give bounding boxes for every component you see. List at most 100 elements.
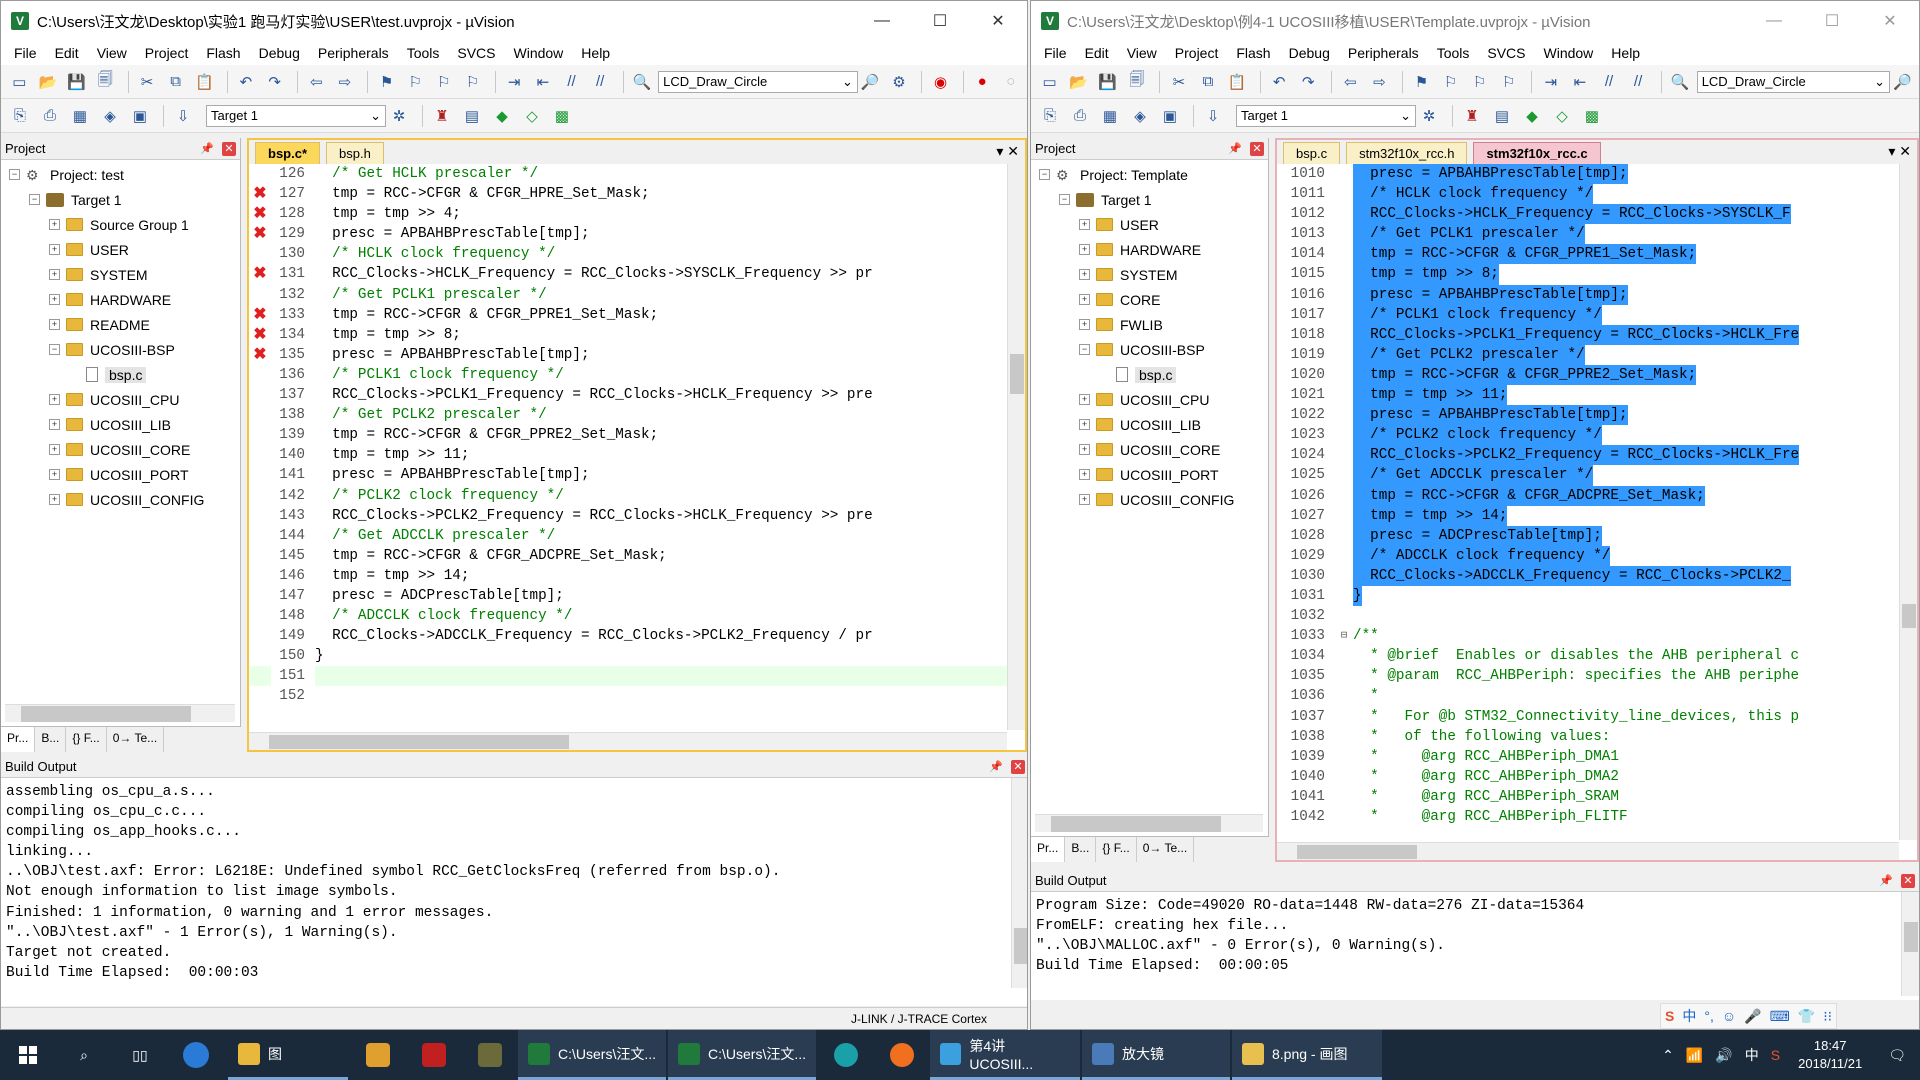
close-button[interactable]: ✕	[969, 1, 1027, 41]
undo-icon[interactable]: ↶	[1267, 69, 1292, 95]
new-file-icon[interactable]: ▭	[7, 69, 32, 95]
menu-item[interactable]: Tools	[398, 45, 449, 61]
code-line[interactable]: 1029 /* ADCCLK clock frequency */	[1277, 545, 1917, 566]
code-line[interactable]: 1035 * @param RCC_AHBPeriph: specifies t…	[1277, 666, 1917, 687]
code-line[interactable]: 1020 tmp = RCC->CFGR & CFGR_PPRE2_Set_Ma…	[1277, 364, 1917, 386]
menu-item[interactable]: Project	[136, 45, 198, 61]
ime-button[interactable]: S	[1661, 1008, 1678, 1024]
nav-forward-icon[interactable]: ⇨	[1367, 69, 1392, 95]
tree-item[interactable]: + UCOSIII_LIB	[1, 412, 240, 437]
tree-item[interactable]: + CORE	[1031, 287, 1268, 312]
code-line[interactable]: ✖ 128 tmp = tmp >> 4;	[249, 204, 1025, 225]
menu-item[interactable]: File	[1035, 45, 1076, 61]
code-line[interactable]: 1015 tmp = tmp >> 8;	[1277, 264, 1917, 285]
code-line[interactable]: 152	[249, 686, 1025, 707]
menu-item[interactable]: Tools	[1428, 45, 1479, 61]
code-area[interactable]: 126 /* Get HCLK prescaler */✖ 127 tmp = R…	[249, 164, 1025, 707]
menu-item[interactable]: Debug	[250, 45, 309, 61]
tree-item[interactable]: bsp.c	[1031, 362, 1268, 387]
debug-session-icon[interactable]: ◉	[928, 69, 953, 95]
find-icon[interactable]: 🔎	[1890, 69, 1915, 95]
code-line[interactable]: 1023 /* PCLK2 clock frequency */	[1277, 425, 1917, 446]
nav-back-icon[interactable]: ⇦	[1338, 69, 1363, 95]
close-icon[interactable]: ✕	[222, 141, 236, 156]
taskbar-app[interactable]: 第4讲 UCOSIII...	[930, 1030, 1080, 1080]
save-all-icon[interactable]: 🗐	[1124, 69, 1149, 95]
undo-icon[interactable]: ↶	[234, 69, 259, 95]
editor-panel[interactable]: bsp.c stm32f10x_rcc.h stm32f10x_rcc.c ▾ ✕ …	[1275, 138, 1919, 862]
menu-item[interactable]: Peripherals	[309, 45, 398, 61]
tree-item[interactable]: bsp.c	[1, 362, 240, 387]
code-line[interactable]: 132 /* Get PCLK1 prescaler */	[249, 284, 1025, 305]
translate-icon[interactable]: ⎘	[1037, 103, 1063, 129]
function-combo[interactable]: LCD_Draw_Circle ⌄	[1696, 70, 1891, 93]
expand-icon[interactable]: +	[49, 394, 60, 405]
tree-item[interactable]: + UCOSIII_CORE	[1031, 437, 1268, 462]
code-line[interactable]: 126 /* Get HCLK prescaler */	[249, 164, 1025, 185]
tree-item[interactable]: + UCOSIII_PORT	[1, 462, 240, 487]
ime-button[interactable]: ⁝⁝	[1819, 1008, 1836, 1025]
stop-build-icon[interactable]: ▣	[1157, 103, 1183, 129]
unindent-icon[interactable]: ⇤	[531, 69, 556, 95]
horizontal-scrollbar[interactable]	[1277, 842, 1899, 860]
nav-forward-icon[interactable]: ⇨	[333, 69, 358, 95]
download-icon[interactable]: ⇩	[170, 103, 196, 129]
new-file-icon[interactable]: ▭	[1037, 69, 1062, 95]
expand-icon[interactable]: +	[1079, 444, 1090, 455]
code-line[interactable]: 1030 RCC_Clocks->ADCCLK_Frequency = RCC_…	[1277, 565, 1917, 586]
code-line[interactable]: 140 tmp = tmp >> 11;	[249, 445, 1025, 466]
comment-icon[interactable]: //	[559, 69, 584, 95]
tree-item[interactable]: − UCOSIII-BSP	[1031, 337, 1268, 362]
target-combo[interactable]: Target 1 ⌄	[1236, 104, 1416, 127]
panel-tab[interactable]: 0→ Te...	[107, 727, 165, 752]
code-line[interactable]: 139 tmp = RCC->CFGR & CFGR_PPRE2_Set_Mas…	[249, 425, 1025, 446]
run-time-env-icon[interactable]: ◇	[1549, 103, 1575, 129]
pin-icon[interactable]: 📌	[989, 760, 1003, 773]
code-line[interactable]: ✖ 133 tmp = RCC->CFGR & CFGR_PPRE1_Set_Ma…	[249, 304, 1025, 325]
collapse-icon[interactable]: −	[29, 194, 40, 205]
ime-button[interactable]: ⌨	[1766, 1008, 1794, 1025]
nav-back-icon[interactable]: ⇦	[304, 69, 329, 95]
tree-item[interactable]: + UCOSIII_CONFIG	[1031, 487, 1268, 512]
clock[interactable]: 18:47 2018/11/21	[1786, 1037, 1874, 1073]
code-line[interactable]: 1042 * @arg RCC_AHBPeriph_FLITF	[1277, 807, 1917, 828]
tray-chevron-icon[interactable]: ⌃	[1656, 1047, 1680, 1064]
select-pack-icon[interactable]: ◆	[1519, 103, 1545, 129]
ime-button[interactable]: 🎤	[1740, 1008, 1765, 1025]
translate-icon[interactable]: ⎘	[7, 103, 33, 129]
clear-bookmarks-icon[interactable]: ⚐	[460, 69, 485, 95]
code-line[interactable]: 1016 presc = APBAHBPrescTable[tmp];	[1277, 284, 1917, 305]
horizontal-scrollbar[interactable]	[5, 704, 235, 722]
code-line[interactable]: 1010 presc = APBAHBPrescTable[tmp];	[1277, 164, 1917, 185]
menu-item[interactable]: File	[5, 45, 46, 61]
file-tab[interactable]: stm32f10x_rcc.c	[1473, 142, 1601, 164]
expand-icon[interactable]: +	[49, 294, 60, 305]
cut-icon[interactable]: ✂	[135, 69, 160, 95]
code-line[interactable]: 150}	[249, 646, 1025, 667]
code-line[interactable]: 1024 RCC_Clocks->PCLK2_Frequency = RCC_C…	[1277, 445, 1917, 466]
code-line[interactable]: 1014 tmp = RCC->CFGR & CFGR_PPRE1_Set_Ma…	[1277, 244, 1917, 265]
copy-icon[interactable]: ⧉	[163, 69, 188, 95]
clear-bookmarks-icon[interactable]: ⚐	[1496, 69, 1521, 95]
firefox-icon[interactable]	[874, 1030, 930, 1080]
select-pack-icon[interactable]: ◆	[489, 103, 515, 129]
fold-icon[interactable]: ⊟	[1335, 626, 1353, 646]
expand-icon[interactable]: +	[1079, 419, 1090, 430]
code-line[interactable]: 1017 /* PCLK1 clock frequency */	[1277, 304, 1917, 325]
code-line[interactable]: 1028 presc = ADCPrescTable[tmp];	[1277, 525, 1917, 546]
tree-item[interactable]: + UCOSIII_CONFIG	[1, 487, 240, 512]
tree-item[interactable]: + UCOSIII_LIB	[1031, 412, 1268, 437]
build-output-text[interactable]: Program Size: Code=49020 RO-data=1448 RW…	[1031, 892, 1919, 976]
minimize-button[interactable]: —	[1745, 1, 1803, 41]
title-bar[interactable]: V C:\Users\汪文龙\Desktop\实验1 跑马灯实验\USER\te…	[1, 1, 1027, 41]
code-line[interactable]: 1022 presc = APBAHBPrescTable[tmp];	[1277, 405, 1917, 426]
tree-item[interactable]: + UCOSIII_CPU	[1031, 387, 1268, 412]
tree-item[interactable]: + USER	[1, 237, 240, 262]
tab-controls[interactable]: ▾ ✕	[996, 143, 1019, 160]
code-line[interactable]: 1039 * @arg RCC_AHBPeriph_DMA1	[1277, 746, 1917, 767]
uncomment-icon[interactable]: //	[1626, 69, 1651, 95]
find-icon[interactable]: 🔎	[858, 69, 883, 95]
code-line[interactable]: 1034 * @brief Enables or disables the AH…	[1277, 646, 1917, 667]
open-file-icon[interactable]: 📂	[1066, 69, 1091, 95]
menu-item[interactable]: Flash	[1227, 45, 1279, 61]
